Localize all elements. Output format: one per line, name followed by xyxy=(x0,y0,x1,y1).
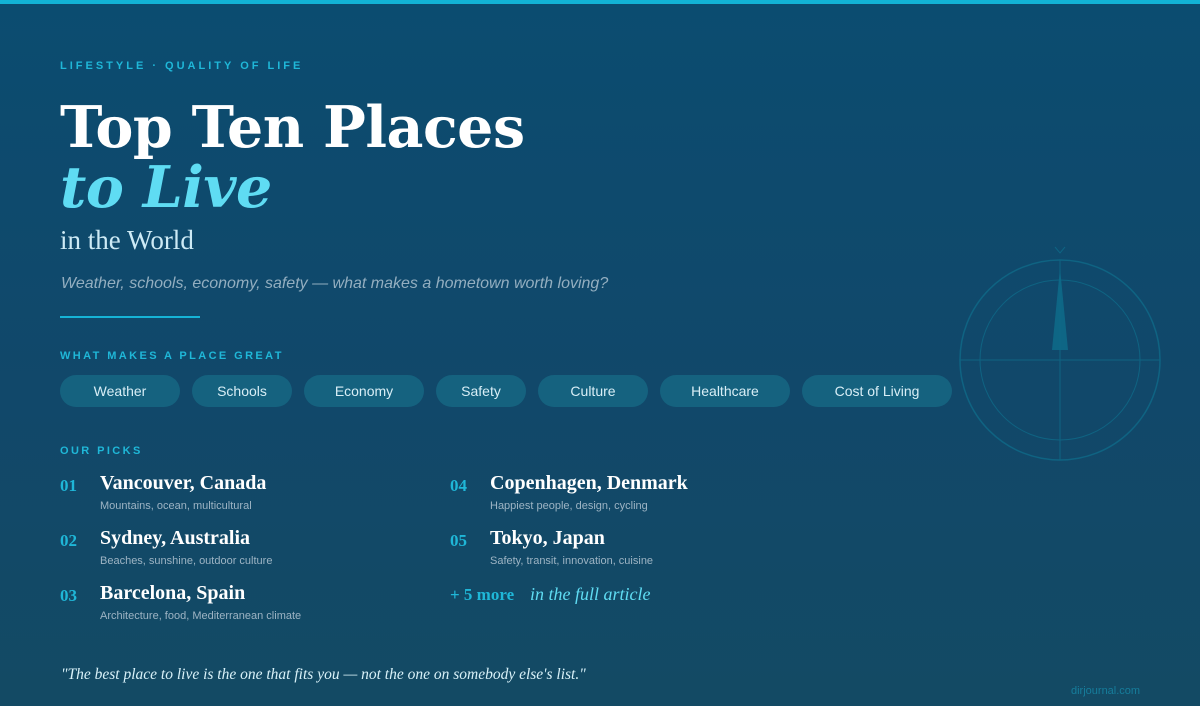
pick-description: Mountains, ocean, multicultural xyxy=(100,500,252,512)
pick-number: 02 xyxy=(60,531,77,550)
pick-description: Architecture, food, Mediterranean climat… xyxy=(100,610,302,622)
accent-divider xyxy=(60,316,200,318)
pick-name: Barcelona, Spain xyxy=(100,582,246,604)
factor-pill-healthcare: Healthcare xyxy=(660,375,790,407)
pick-name: Copenhagen, Denmark xyxy=(490,472,688,494)
picks-heading: OUR PICKS xyxy=(60,445,143,457)
headline-line-1: Top Ten Places xyxy=(60,94,525,161)
category-eyebrow: LIFESTYLE · QUALITY OF LIFE xyxy=(60,60,304,72)
headline-line-3: in the World xyxy=(60,225,194,255)
factor-pill-culture: Culture xyxy=(538,375,648,407)
pick-name: Sydney, Australia xyxy=(100,527,251,549)
factor-pill-cost-of-living: Cost of Living xyxy=(802,375,952,407)
headline-line-2: to Live xyxy=(60,154,272,221)
pick-number: 01 xyxy=(60,476,77,495)
factors-heading: WHAT MAKES A PLACE GREAT xyxy=(60,350,284,362)
top-accent-bar xyxy=(0,0,1200,4)
factor-pill-weather: Weather xyxy=(60,375,180,407)
pick-number: 03 xyxy=(60,586,77,605)
more-picks-count: + 5 more xyxy=(450,585,515,604)
pick-name: Tokyo, Japan xyxy=(490,527,605,549)
pull-quote: "The best place to live is the one that … xyxy=(61,666,586,683)
source-credit: dirjournal.com xyxy=(1071,685,1141,697)
factor-pill-schools: Schools xyxy=(192,375,292,407)
pick-description: Happiest people, design, cycling xyxy=(490,500,648,512)
subtitle: Weather, schools, economy, safety — what… xyxy=(61,275,609,292)
pick-description: Beaches, sunshine, outdoor culture xyxy=(100,555,273,567)
pick-description: Safety, transit, innovation, cuisine xyxy=(490,555,654,567)
factor-pill-safety: Safety xyxy=(436,375,526,407)
factor-pill-economy: Economy xyxy=(304,375,424,407)
compass-icon xyxy=(959,246,1161,461)
more-picks-text: in the full article xyxy=(530,584,651,604)
pick-name: Vancouver, Canada xyxy=(100,472,267,494)
pick-number: 04 xyxy=(450,476,467,495)
pick-number: 05 xyxy=(450,531,467,550)
